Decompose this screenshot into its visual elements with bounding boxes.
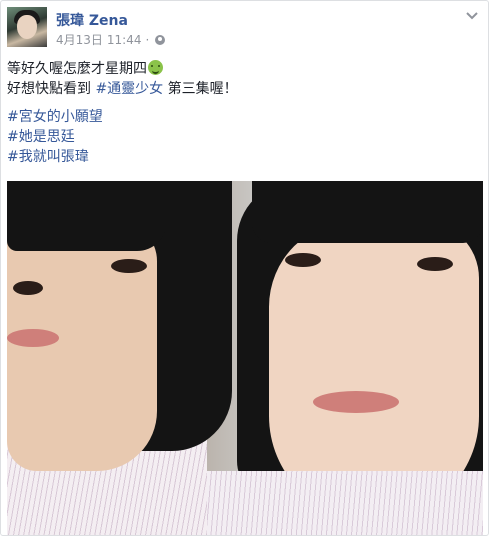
- chevron-down-icon[interactable]: [464, 9, 480, 23]
- post-header: 張瑋 Zena 4月13日 11:44 ·: [7, 7, 480, 51]
- author-name[interactable]: 張瑋 Zena: [56, 10, 128, 30]
- hashtag-link[interactable]: #她是思廷: [7, 127, 480, 147]
- facebook-post: 張瑋 Zena 4月13日 11:44 · 等好久喔怎麼才星期四 好想快點看到 …: [0, 0, 489, 536]
- post-text: 等好久喔怎麼才星期四 好想快點看到 #通靈少女 第三集喔！ #宮女的小願望 #她…: [7, 59, 480, 167]
- post-meta: 4月13日 11:44 ·: [56, 31, 166, 48]
- hashtag-link[interactable]: #宮女的小願望: [7, 107, 480, 127]
- avatar[interactable]: [7, 7, 47, 47]
- hashtag-link[interactable]: #我就叫張瑋: [7, 147, 480, 167]
- post-text-line2: 好想快點看到 #通靈少女 第三集喔！: [7, 81, 238, 97]
- globe-icon: [155, 34, 166, 45]
- post-time[interactable]: 11:44: [107, 33, 142, 47]
- hashtag-link[interactable]: #通靈少女: [95, 81, 163, 97]
- post-photo[interactable]: [7, 181, 483, 535]
- post-text-line1: 等好久喔怎麼才星期四: [7, 59, 480, 79]
- nauseated-face-icon: [148, 60, 163, 75]
- meta-separator: ·: [145, 32, 150, 47]
- hashtag-list: #宮女的小願望 #她是思廷 #我就叫張瑋: [7, 107, 480, 167]
- post-date[interactable]: 4月13日: [56, 31, 103, 48]
